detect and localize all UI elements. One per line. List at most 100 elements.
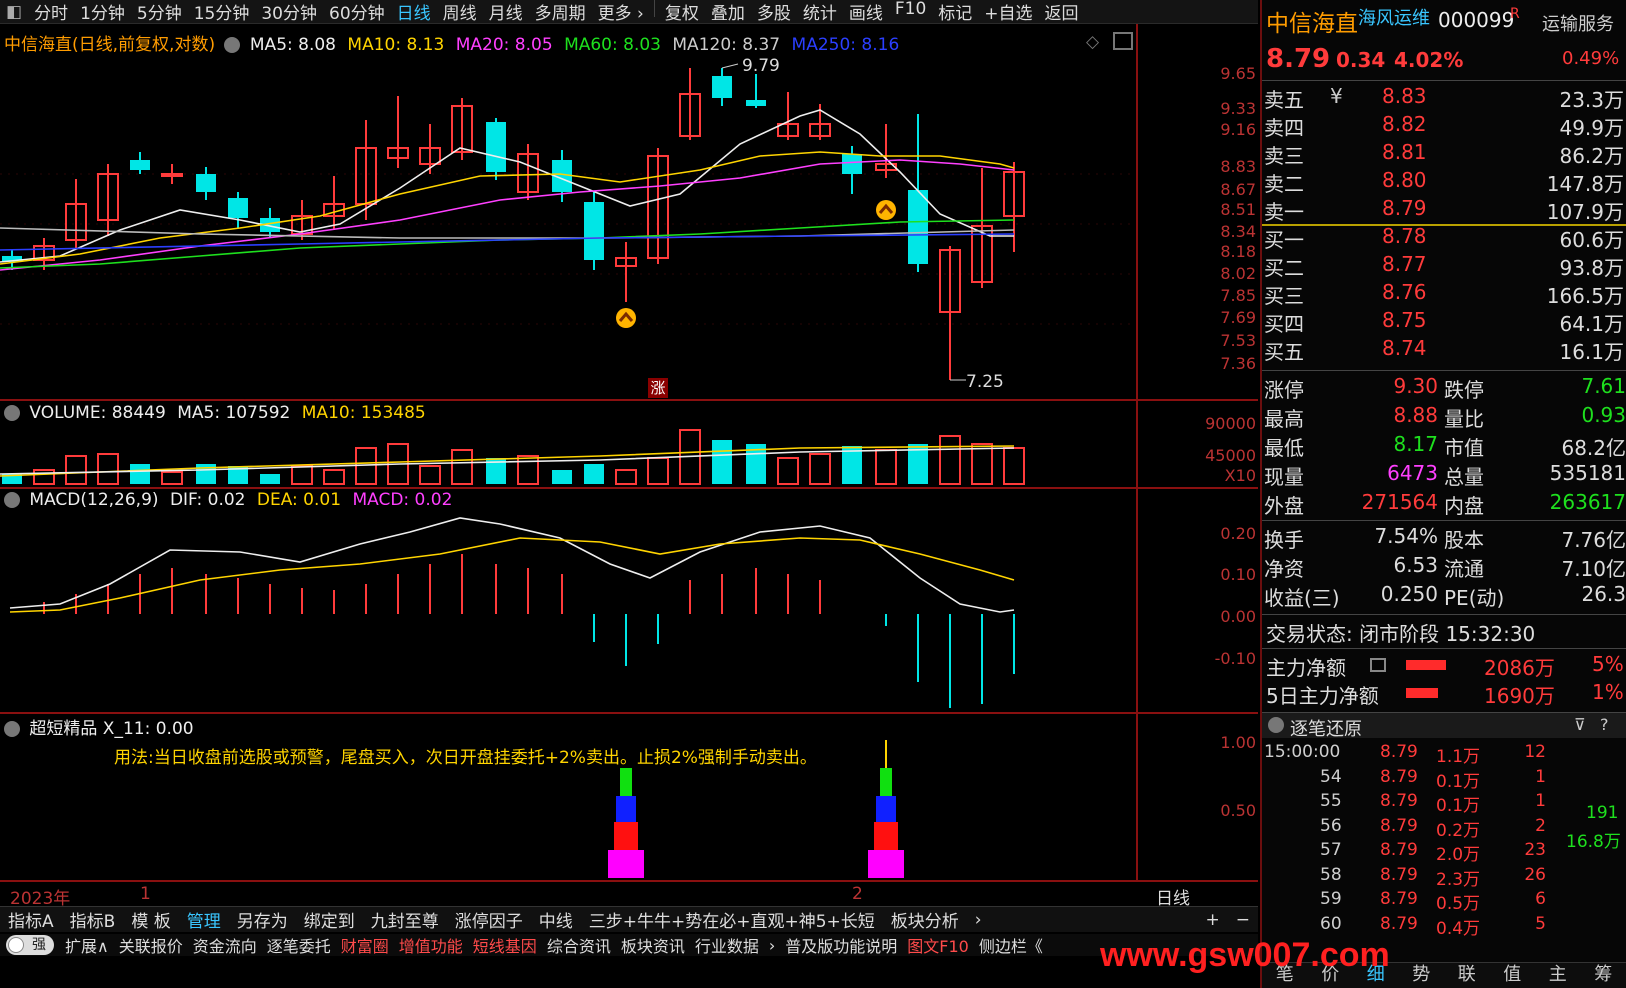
menu-separator: [653, 0, 655, 17]
indicator-tab[interactable]: 绑定到: [296, 907, 363, 932]
menu-item[interactable]: 30分钟: [255, 0, 323, 24]
ma60-line: [0, 219, 1015, 269]
help-icon[interactable]: ?: [1600, 715, 1609, 734]
menu-item[interactable]: 多周期: [529, 0, 592, 24]
add-tab-button[interactable]: +: [1198, 910, 1228, 930]
quote-tab[interactable]: 势: [1399, 963, 1445, 988]
stat-value: 8.88: [1393, 403, 1438, 427]
menu-item[interactable]: 月线: [483, 0, 529, 24]
menu-item[interactable]: 统计: [797, 0, 843, 24]
indicator-tab[interactable]: 管理: [179, 907, 229, 932]
tick-count: 12: [1524, 742, 1546, 762]
menu-item[interactable]: F10: [889, 0, 932, 24]
panel-toggle-icon[interactable]: [1113, 32, 1133, 50]
chart-area: [0, 24, 1258, 930]
indicator-bar-magenta: [868, 850, 904, 878]
macd-toggle-icon[interactable]: [4, 492, 20, 508]
indicator-tab[interactable]: ›: [967, 910, 990, 930]
function-tab[interactable]: 综合资讯: [542, 933, 616, 957]
menu-item[interactable]: +自选: [978, 0, 1038, 24]
tick-volume: 0.2万: [1436, 820, 1481, 841]
function-tab[interactable]: 扩展∧: [60, 933, 114, 957]
quote-tab[interactable]: 筹: [1581, 963, 1626, 988]
right-pct: 0.49%: [1562, 48, 1620, 69]
menu-item[interactable]: 1分钟: [74, 0, 131, 24]
function-tab[interactable]: 增值功能: [394, 933, 468, 957]
dea-line: [9, 537, 1015, 613]
main-net-pct: 5%: [1592, 652, 1624, 676]
menu-item[interactable]: 复权: [659, 0, 705, 24]
panel-divider: [0, 399, 1258, 401]
diamond-icon[interactable]: ◇: [1086, 32, 1099, 52]
volume-bar: [647, 457, 669, 485]
indicator-bar-green: [880, 768, 892, 796]
indicator-tab[interactable]: 涨停因子: [447, 907, 531, 932]
axis-tick-label: 45000: [1205, 446, 1256, 465]
menu-item[interactable]: 分时: [28, 0, 74, 24]
indicator-tab[interactable]: 指标B: [62, 907, 124, 932]
window-icon[interactable]: ◧: [0, 2, 28, 22]
volume-bar: [712, 440, 732, 484]
indicator-tab[interactable]: 三步+牛牛+势在必+直观+神5+长短: [581, 907, 883, 932]
menu-item[interactable]: 60分钟: [323, 0, 391, 24]
indicator-tab[interactable]: 板块分析: [883, 907, 967, 932]
function-tab[interactable]: 图文F10: [902, 933, 974, 957]
function-tab[interactable]: 资金流向: [188, 933, 262, 957]
menu-item[interactable]: 标记: [932, 0, 978, 24]
function-tab[interactable]: 普及版功能说明: [780, 933, 902, 957]
stat-value: 26.3: [1581, 582, 1626, 606]
indicator-tab[interactable]: 另存为: [229, 907, 296, 932]
menu-item[interactable]: 15分钟: [188, 0, 256, 24]
axis-tick-label: 8.67: [1220, 180, 1256, 199]
candle-body: [842, 154, 862, 174]
menu-item[interactable]: 日线: [391, 0, 437, 24]
function-tab[interactable]: ›: [764, 936, 780, 955]
menu-item[interactable]: 5分钟: [131, 0, 188, 24]
function-tab[interactable]: 关联报价: [114, 933, 188, 957]
indicator-usage-text: 用法:当日收盘前选股或预警，尾盘买入，次日开盘挂委托+2%卖出。止损2%强制手动…: [114, 748, 817, 768]
indicator-tab[interactable]: 九封至尊: [363, 907, 447, 932]
stat-label: PE(动): [1444, 586, 1505, 610]
strong-toggle[interactable]: 强: [6, 935, 54, 955]
tick-volume: 0.5万: [1436, 894, 1481, 914]
indicator-tab[interactable]: 模 板: [123, 907, 178, 932]
order-book-row: 卖二 8.80 147.8万: [1262, 168, 1626, 196]
function-tab[interactable]: 侧边栏《: [974, 933, 1048, 957]
menu-item[interactable]: 更多 ›: [592, 0, 650, 24]
stat-row: 净资 6.53 流通 7.10亿: [1262, 553, 1626, 581]
macd-legend: MACD(12,26,9) DIF: 0.02 DEA: 0.01 MACD: …: [4, 490, 452, 510]
order-book-row: 卖四 8.82 49.9万: [1262, 112, 1626, 140]
kline-chart-svg[interactable]: [0, 24, 1258, 930]
list-icon[interactable]: [1370, 658, 1386, 672]
price-change: 0.34: [1336, 48, 1386, 72]
function-tab[interactable]: 财富圈: [336, 933, 394, 957]
legend-toggle-icon[interactable]: [224, 37, 241, 53]
indicator-toggle-icon[interactable]: [4, 721, 20, 737]
function-tab[interactable]: 逐笔委托: [262, 933, 336, 957]
tick-row: 57 8.79 2.0万 23: [1262, 840, 1626, 865]
ticks-collapse-icon[interactable]: [1268, 717, 1284, 733]
function-tab[interactable]: 行业数据: [690, 933, 764, 957]
main-net-bar: [1406, 660, 1446, 670]
stat-row: 最低 8.17 市值 68.2亿: [1262, 432, 1626, 460]
indicator-tab[interactable]: 指标A: [0, 907, 62, 932]
quote-tab[interactable]: 主: [1535, 963, 1581, 988]
axis-tick-label: 9.65: [1220, 64, 1256, 83]
volume-toggle-icon[interactable]: [4, 405, 20, 421]
menu-item[interactable]: 返回: [1039, 0, 1085, 24]
menu-item[interactable]: 多股: [751, 0, 797, 24]
menu-item[interactable]: 叠加: [705, 0, 751, 24]
quote-tab[interactable]: 值: [1490, 963, 1536, 988]
menu-item[interactable]: 周线: [437, 0, 483, 24]
menu-item[interactable]: 画线: [843, 0, 889, 24]
remove-tab-button[interactable]: −: [1228, 910, 1258, 930]
indicator-tab[interactable]: 中线: [531, 907, 581, 932]
filter-icon[interactable]: ⊽: [1574, 715, 1586, 734]
quote-tab[interactable]: 联: [1444, 963, 1490, 988]
trade-status: 交易状态: 闭市阶段 15:32:30: [1266, 622, 1536, 646]
function-tab[interactable]: 短线基因: [468, 933, 542, 957]
order-level-label: 卖五: [1264, 88, 1304, 112]
function-tab[interactable]: 板块资讯: [616, 933, 690, 957]
axis-tick-label: 8.83: [1220, 157, 1256, 176]
stock-code: 000099: [1438, 8, 1515, 32]
